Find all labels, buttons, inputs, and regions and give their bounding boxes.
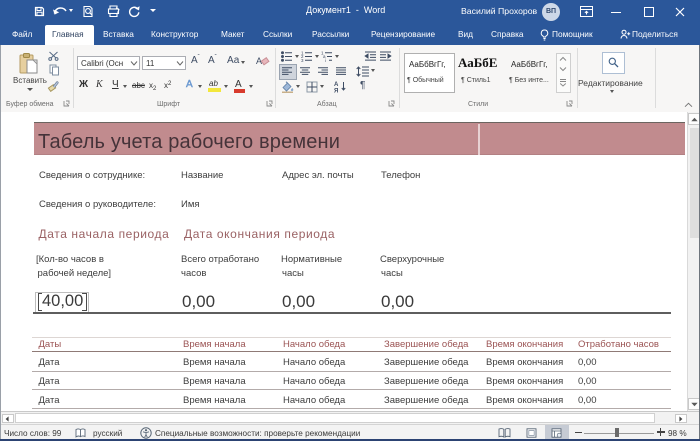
svg-text:3: 3 <box>301 58 304 62</box>
svg-text:А: А <box>334 82 339 88</box>
svg-text:i: i <box>325 58 326 62</box>
svg-text:Я: Я <box>334 89 338 94</box>
